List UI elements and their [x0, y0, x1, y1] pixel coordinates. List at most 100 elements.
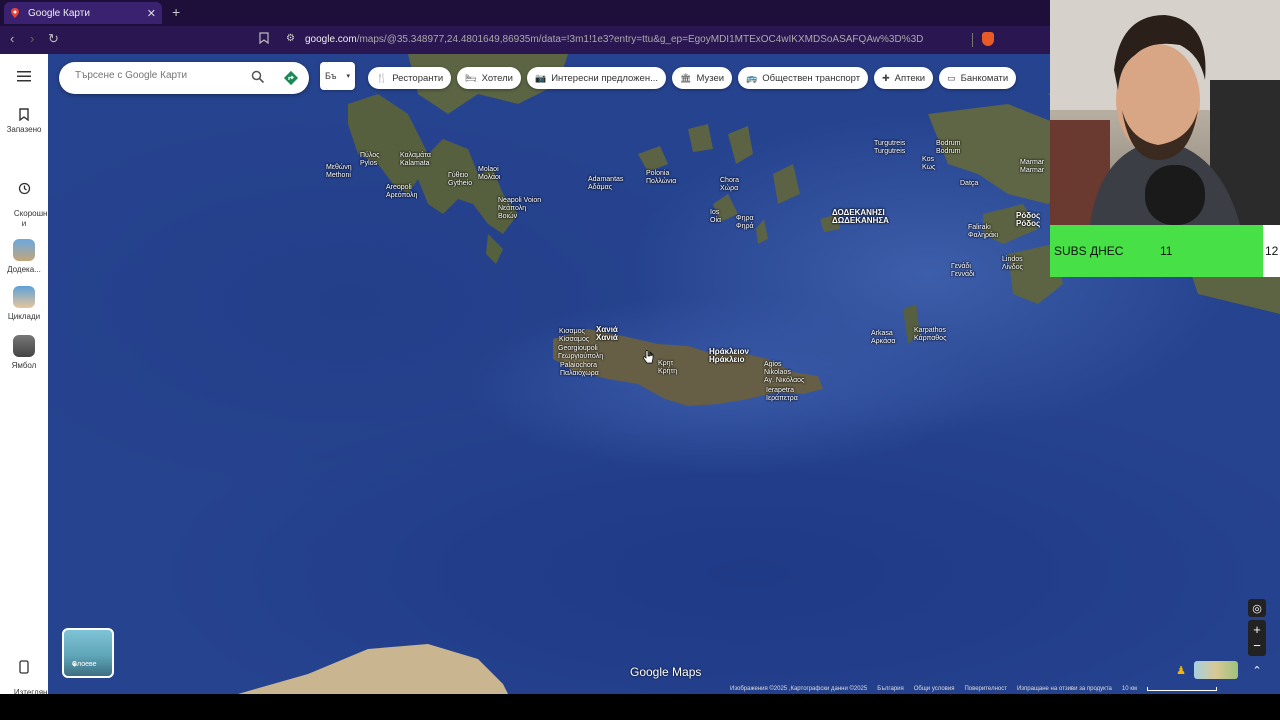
- chip-restaurants[interactable]: 🍴 Ресторанти: [368, 67, 452, 89]
- chip-transit[interactable]: 🚌 Обществен транспорт: [738, 67, 869, 89]
- site-info-icon[interactable]: ⚙: [286, 33, 295, 44]
- map-type-toggle[interactable]: Бъ ▾: [320, 62, 355, 90]
- scale-label[interactable]: 10 км: [1122, 686, 1137, 692]
- chevron-up-icon[interactable]: ⌃: [1248, 661, 1266, 679]
- recent-place-cyclades[interactable]: Циклади: [0, 286, 48, 322]
- search-icon[interactable]: [251, 70, 265, 84]
- maps-side-rail: Запазено Скорошн и Додека... Циклади Ямб…: [0, 54, 48, 707]
- streamer-video: [1050, 0, 1280, 225]
- map-label-kissamos: Κισαμος Κίσσαμος: [559, 328, 590, 343]
- map-label-polonia: Polonia Πολλώνια: [646, 170, 677, 185]
- url-field[interactable]: google.com/maps/@35.348977,24.4801649,86…: [305, 34, 923, 45]
- map-label-methoni: Μεθώνη Methoni: [326, 164, 352, 179]
- search-box: [59, 62, 309, 94]
- chip-label: Обществен транспорт: [762, 72, 861, 84]
- bookmark-icon[interactable]: [259, 32, 269, 44]
- map-label-chania: Χανιά Χανιά: [596, 325, 618, 342]
- map-label-pylos: Πύλος Pylos: [360, 152, 380, 167]
- my-location-icon[interactable]: ◎: [1248, 599, 1266, 617]
- bed-icon: 🛏: [465, 72, 477, 83]
- toolbar-divider: [972, 33, 973, 47]
- history-icon: [18, 182, 30, 195]
- address-bar: ‹ › ↻ ⚙ google.com/maps/@35.348977,24.48…: [0, 26, 1050, 54]
- map-label-chora: Chora Χώρα: [720, 177, 740, 192]
- chip-hotels[interactable]: 🛏 Хотели: [457, 67, 521, 89]
- map-label-molaoi: Molaoi Μολάοι: [478, 166, 501, 181]
- new-tab-icon[interactable]: +: [172, 4, 180, 20]
- map-label-neapoli: Neapoli Voion Νεάπολη Βοιών: [498, 197, 542, 220]
- chip-museums[interactable]: 🏛 Музеи: [672, 67, 733, 89]
- reload-icon[interactable]: ↻: [48, 31, 59, 47]
- map-label-georgioupoli: Georgioupoli Γεωργιούπολη: [558, 345, 604, 360]
- brave-shield-icon[interactable]: [982, 32, 994, 46]
- chip-label: Банкомати: [960, 72, 1009, 84]
- map-label-agios-nikolaos: Agios Nikolaos Αγ. Νικόλαος: [764, 361, 805, 384]
- subs-label: SUBS ДНЕС: [1054, 244, 1124, 258]
- chip-label: Аптеки: [894, 72, 926, 84]
- recent-label: Скорошн и: [13, 209, 48, 228]
- recent-place-label: Ямбол: [11, 361, 37, 370]
- map-label-crete: Κρητ Κρήτη: [658, 360, 678, 375]
- map-thumbnails[interactable]: [1194, 661, 1238, 679]
- fork-knife-icon: 🍴: [376, 72, 388, 83]
- map-label-dodecanese: ΔΟΔΕΚΑΝΗΣΙ ΔΩΔΕΚΑΝΗΣΑ: [832, 208, 889, 225]
- map-label-faliraki: Falirakı Φαληράκι: [968, 224, 999, 239]
- bus-icon: 🚌: [746, 72, 758, 83]
- chip-label: Интересни предложен...: [551, 72, 658, 84]
- map-label-ierapetra: Ierapetra Ιεράπετρα: [766, 387, 798, 402]
- map-label-adamantas: Adamantas Αδάμας: [588, 176, 624, 191]
- map-label-heraklion: Ηράκλειον Ηράκλειο: [709, 347, 749, 364]
- saved-button[interactable]: Запазено: [0, 108, 48, 135]
- directions-icon[interactable]: [283, 70, 299, 86]
- map-label-rodos: Ρόδος Ρόδος: [1016, 211, 1041, 228]
- scale-bar: [1146, 686, 1217, 691]
- feedback-link[interactable]: Изпращане на отзиви за продукта: [1017, 686, 1112, 692]
- map-label-turgutreis: Turgutreis Turgutreis: [874, 140, 906, 155]
- map-label-karpathos: Karpathos Κάρπαθος: [914, 327, 947, 342]
- zoom-out-icon[interactable]: −: [1253, 638, 1261, 654]
- tab-title: Google Карти: [28, 7, 90, 19]
- map-label-datca: Datça: [960, 180, 979, 187]
- place-thumbnail: [13, 286, 35, 308]
- recent-button[interactable]: Скорошн и: [0, 162, 48, 239]
- subs-goal-count: 12: [1265, 244, 1279, 258]
- zoom-controls: + −: [1248, 620, 1266, 656]
- privacy-link[interactable]: Поверителност: [964, 686, 1007, 692]
- terms-link[interactable]: Общи условия: [914, 686, 955, 692]
- close-tab-icon[interactable]: ✕: [147, 7, 156, 20]
- pharmacy-icon: ✚: [882, 72, 890, 83]
- google-maps-logo: Google Maps: [630, 665, 702, 679]
- map-label-gennadi: Γενάδι Γεννάδι: [951, 263, 975, 278]
- pegman-icon[interactable]: ♟: [1172, 661, 1190, 679]
- map-label-arkasa: Arkasa Αρκάσα: [871, 330, 896, 345]
- chip-pharmacies[interactable]: ✚ Аптеки: [874, 67, 934, 89]
- forward-icon[interactable]: ›: [30, 31, 34, 46]
- search-input[interactable]: [75, 70, 245, 81]
- bookmark-icon: [19, 108, 29, 121]
- map-label-lindos: Lindos Λίνδος: [1002, 256, 1023, 271]
- layers-button[interactable]: ◈ Слоеве: [62, 628, 114, 678]
- subs-counter: SUBS ДНЕС 11 12: [1050, 225, 1280, 277]
- chip-label: Ресторанти: [392, 72, 444, 84]
- recent-place-dodecanese[interactable]: Додека...: [0, 239, 48, 275]
- camera-icon: 📷: [534, 72, 547, 83]
- place-thumbnail: [13, 335, 35, 357]
- chip-atms[interactable]: ▭ Банкомати: [939, 67, 1017, 89]
- browser-tab[interactable]: Google Карти ✕: [4, 2, 162, 24]
- map-label-fira: Φηρα Φηρά: [736, 215, 754, 230]
- map-label-kos: Kos Κως: [922, 156, 936, 171]
- zoom-in-icon[interactable]: +: [1253, 622, 1261, 638]
- map-label-ios: Ios Οία: [710, 209, 722, 224]
- menu-button[interactable]: [0, 70, 48, 86]
- back-icon[interactable]: ‹: [10, 31, 14, 46]
- maps-pin-icon: [11, 8, 19, 18]
- chip-label: Хотели: [481, 72, 513, 84]
- chip-attractions[interactable]: 📷 Интересни предложен...: [526, 67, 666, 89]
- chip-label: Музеи: [696, 72, 725, 84]
- country-link[interactable]: България: [877, 686, 904, 692]
- hand-cursor-icon: [643, 350, 654, 364]
- hamburger-icon: [17, 71, 31, 82]
- saved-label: Запазено: [6, 125, 42, 134]
- recent-place-yambol[interactable]: Ямбол: [0, 335, 48, 371]
- map-label-bodrum: Bodrum Bodrum: [936, 140, 961, 155]
